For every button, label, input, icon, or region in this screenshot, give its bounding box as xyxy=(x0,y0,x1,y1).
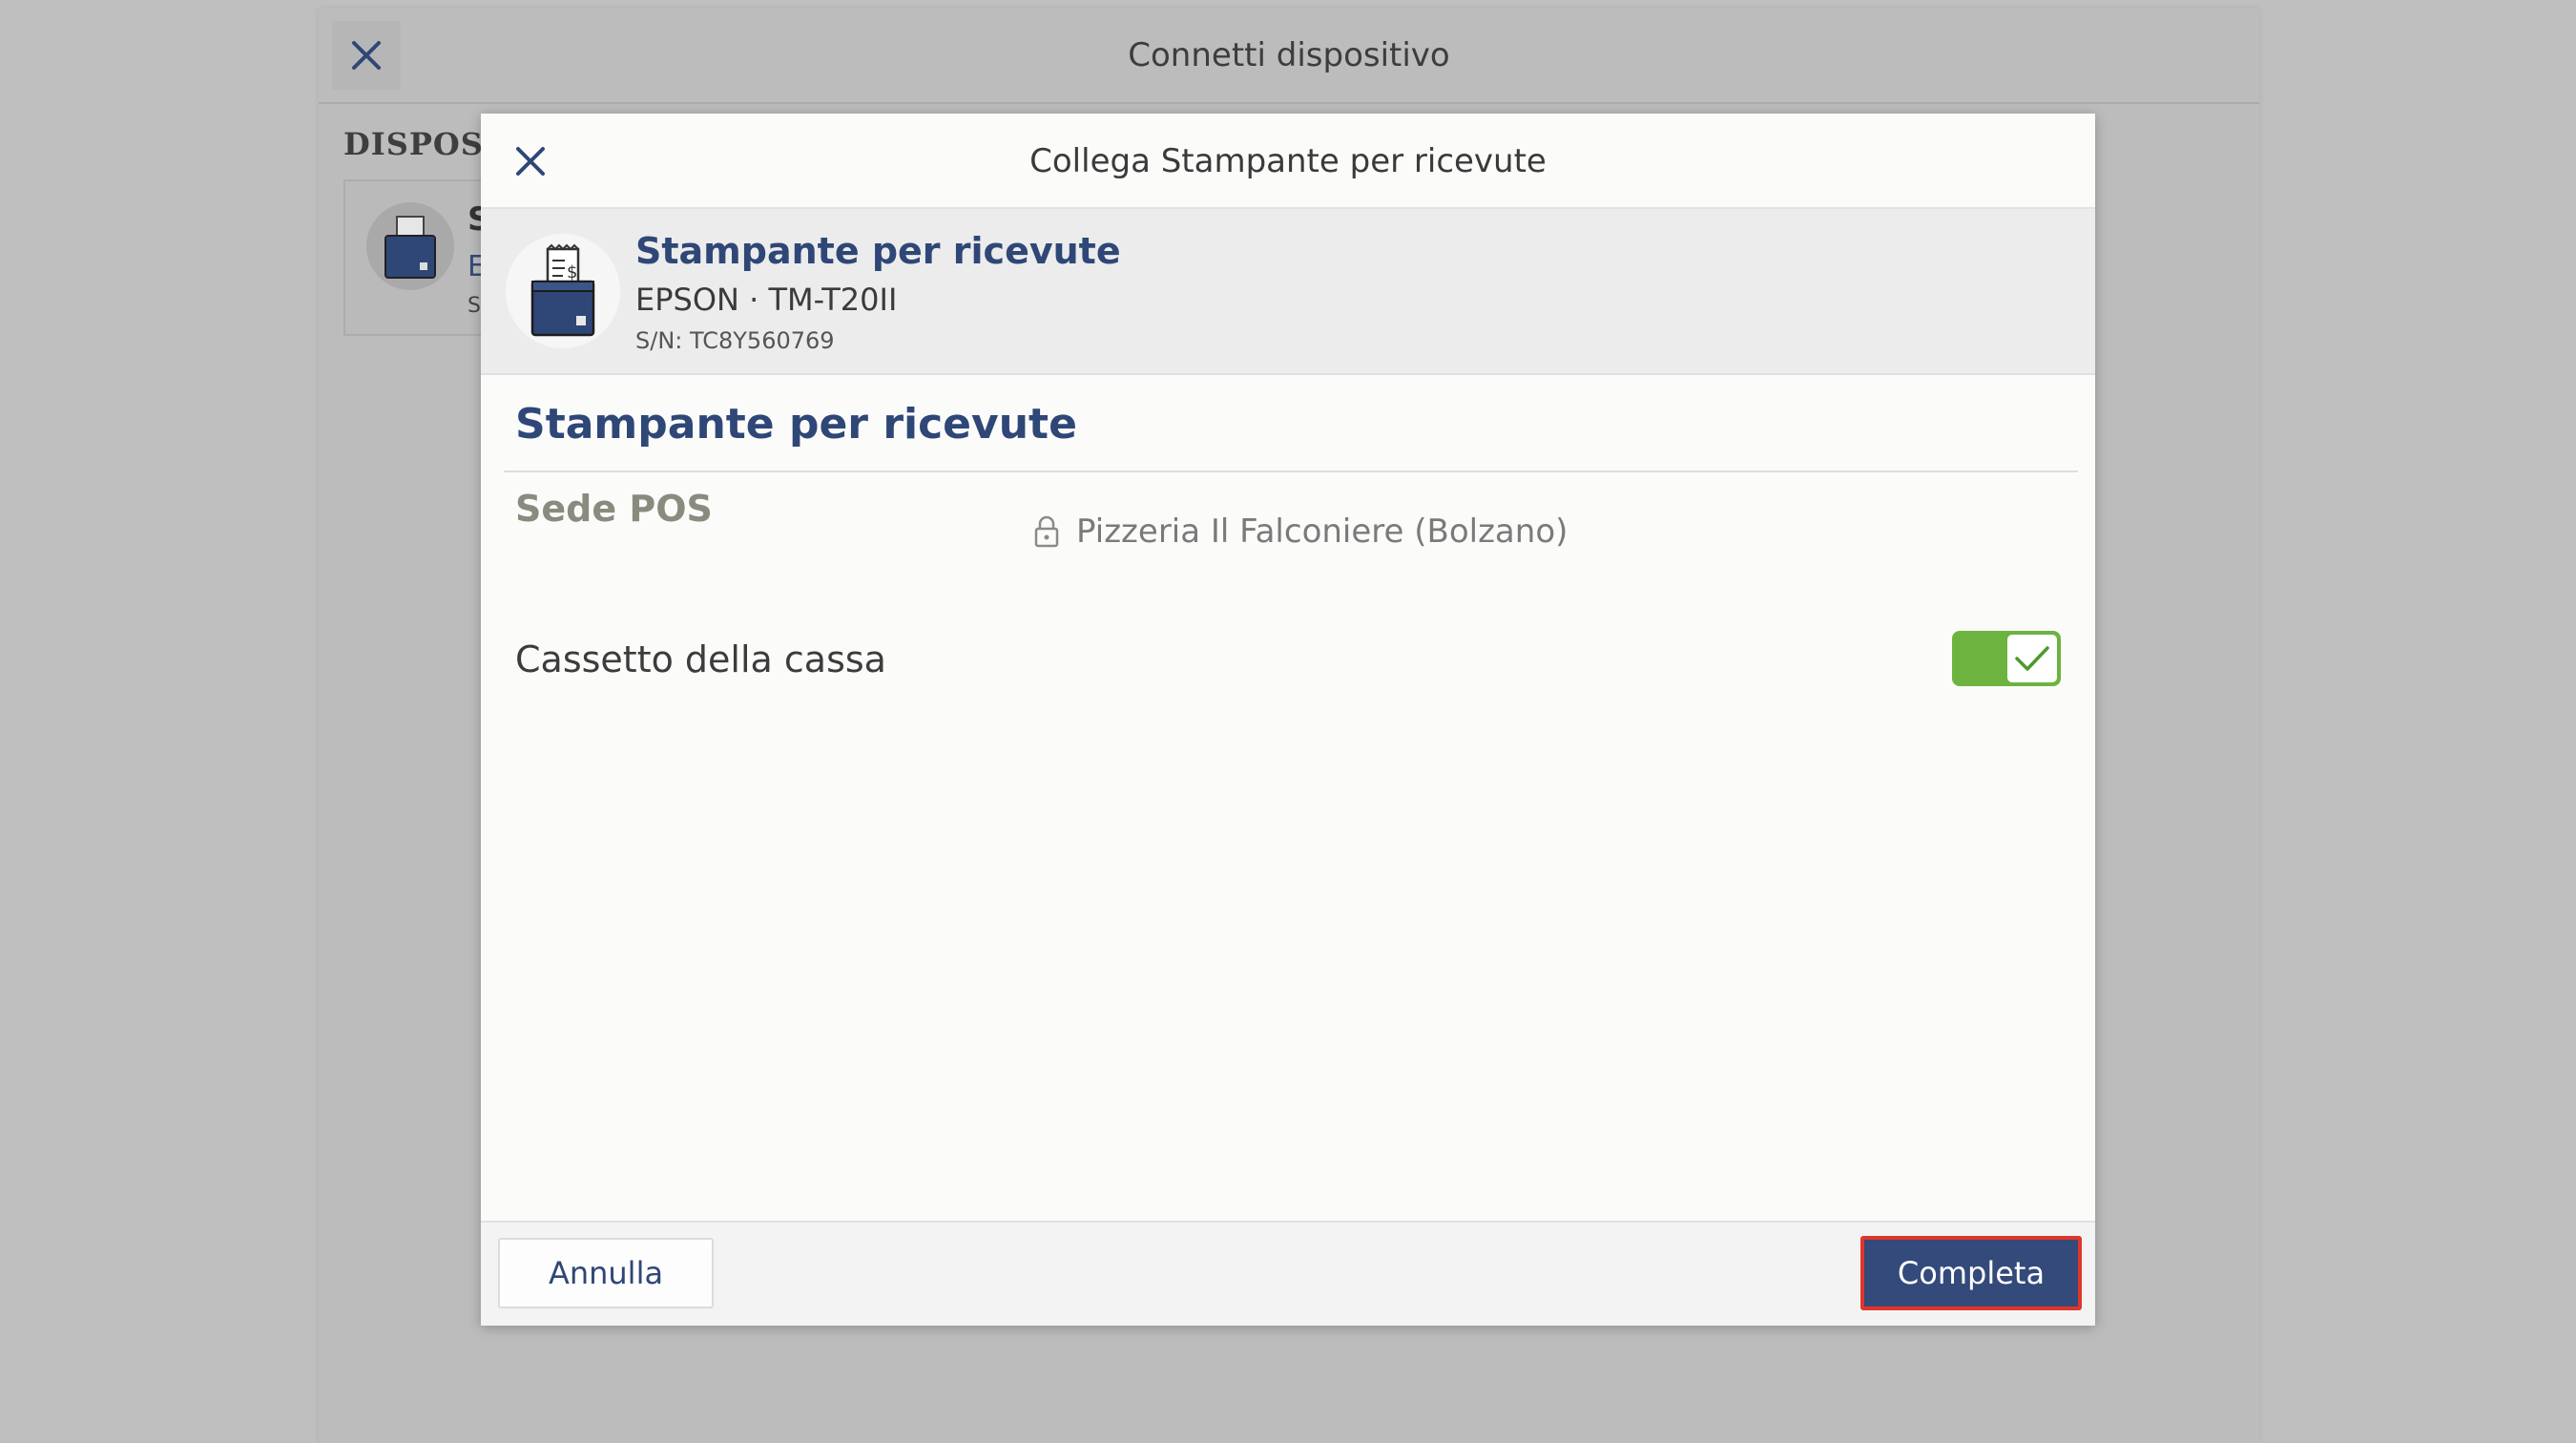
device-serial: S/N: TC8Y560769 xyxy=(635,327,835,354)
receipt-printer-icon: $ xyxy=(506,234,620,348)
toggle-knob xyxy=(2005,633,2059,684)
receipt-printer-icon xyxy=(366,202,454,290)
sede-pos-label: Sede POS xyxy=(515,488,713,530)
complete-button[interactable]: Completa xyxy=(1860,1236,2082,1310)
lock-icon xyxy=(1034,515,1059,548)
sede-pos-value-row: Pizzeria Il Falconiere (Bolzano) xyxy=(1032,512,1568,551)
background-header: Connetti dispositivo xyxy=(319,8,2259,104)
svg-text:$: $ xyxy=(567,262,577,282)
device-model: EPSON · TM-T20II xyxy=(635,282,898,318)
check-icon xyxy=(2015,646,2049,671)
dialog-footer: Annulla Completa xyxy=(481,1221,2095,1326)
device-name: Stampante per ricevute xyxy=(635,230,1121,272)
settings-section-title: Stampante per ricevute xyxy=(515,400,1077,449)
sede-pos-value: Pizzeria Il Falconiere (Bolzano) xyxy=(1076,512,1568,551)
cancel-button[interactable]: Annulla xyxy=(498,1238,714,1308)
cash-drawer-label: Cassetto della cassa xyxy=(515,638,886,680)
dialog-header: Collega Stampante per ricevute xyxy=(481,114,2095,209)
background-window-title: Connetti dispositivo xyxy=(1128,36,1450,74)
dialog-title: Collega Stampante per ricevute xyxy=(1029,142,1547,180)
device-summary: $ Stampante per ricevute EPSON · TM-T20I… xyxy=(481,209,2095,375)
connect-printer-dialog: Collega Stampante per ricevute $ Stampan… xyxy=(481,114,2095,1326)
cash-drawer-toggle[interactable] xyxy=(1952,631,2061,686)
section-divider xyxy=(504,471,2078,472)
